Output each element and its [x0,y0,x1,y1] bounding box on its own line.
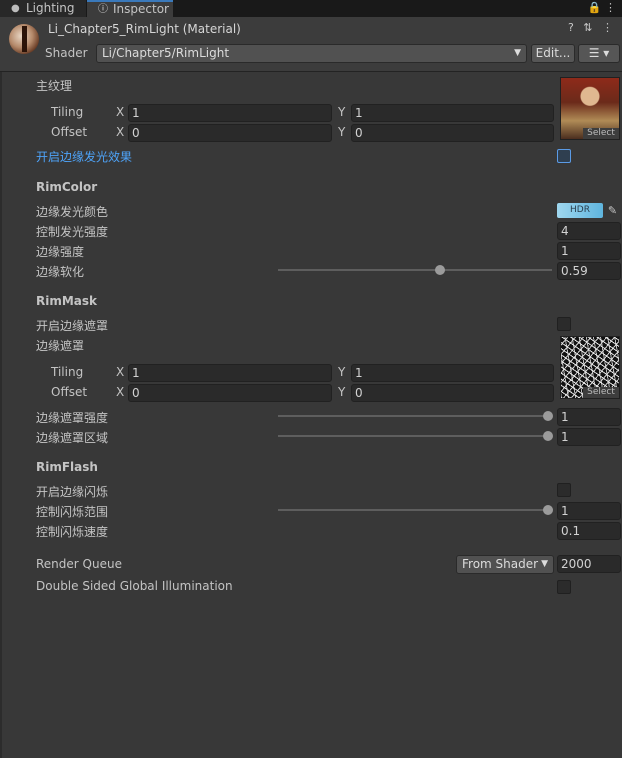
mask-offset-label: Offset [51,385,88,399]
material-preview-thumbnail [9,24,39,54]
mask-strength-field[interactable]: 1 [557,408,621,426]
tab-lighting-label: Lighting [26,1,75,15]
tab-lighting[interactable]: ● Lighting [0,0,86,17]
rim-color-hdr-swatch[interactable]: HDR [557,203,603,218]
mask-offset-y-field[interactable]: 0 [351,384,554,402]
rim-mask-select-button[interactable]: Select [583,387,619,398]
lock-and-menu-icons[interactable]: 🔒 ⋮ [588,1,616,14]
render-queue-field[interactable]: 2000 [557,555,621,573]
tab-inspector-label: Inspector [113,2,169,16]
main-offset-y-label: Y [338,125,346,139]
rim-mask-toggle-label: 开启边缘遮罩 [36,319,109,333]
rimmask-section-header: RimMask [36,294,98,308]
rim-softness-field[interactable]: 0.59 [557,262,621,280]
mask-offset-x-field[interactable]: 0 [128,384,332,402]
material-title: Li_Chapter5_RimLight (Material) [48,22,241,36]
chevron-down-icon: ▼ [514,48,521,58]
edit-shader-button[interactable]: Edit... [531,44,575,63]
main-tiling-x-label: X [116,105,125,119]
rimcolor-section-header: RimColor [36,180,98,194]
render-queue-label: Render Queue [36,557,122,571]
main-tiling-x-field[interactable]: 1 [128,104,332,122]
mask-area-slider-handle[interactable] [543,431,553,441]
main-texture-label: 主纹理 [36,79,73,93]
mask-strength-slider[interactable] [278,415,552,417]
eyedropper-icon[interactable]: ✎ [605,203,620,218]
main-offset-x-field[interactable]: 0 [128,124,332,142]
rim-strength-label: 边缘强度 [36,245,85,259]
lightbulb-icon: ● [11,3,20,14]
shader-label: Shader [45,46,88,60]
flash-speed-label: 控制闪烁速度 [36,525,109,539]
main-tiling-y-label: Y [338,105,346,119]
rim-mask-toggle-checkbox[interactable] [557,317,571,331]
panel-left-edge [0,72,2,758]
tab-bar: ● Lighting ⓘ Inspector 🔒 ⋮ [0,0,622,17]
rim-intensity-field[interactable]: 4 [557,222,621,240]
flash-speed-field[interactable]: 0.1 [557,522,621,540]
shader-dropdown[interactable]: Li/Chapter5/RimLight ▼ [96,44,527,63]
mask-tiling-y-label: Y [338,365,346,379]
rim-softness-slider[interactable] [278,269,552,271]
mask-strength-slider-handle[interactable] [543,411,553,421]
mask-tiling-x-label: X [116,365,125,379]
mask-area-label: 边缘遮罩区域 [36,431,109,445]
header-help-settings-icons[interactable]: ? ⇅ ⋮ [568,21,616,34]
flash-range-field[interactable]: 1 [557,502,621,520]
rim-flash-toggle-checkbox[interactable] [557,483,571,497]
material-header: Li_Chapter5_RimLight (Material) ? ⇅ ⋮ Sh… [0,17,622,72]
list-options-button[interactable]: ☰ ▾ [578,44,620,63]
flash-range-slider[interactable] [278,509,552,511]
rim-color-label: 边缘发光颜色 [36,205,109,219]
mask-tiling-y-field[interactable]: 1 [351,364,554,382]
rim-mask-texture-slot[interactable]: Select [560,336,620,399]
chevron-down-icon: ▼ [541,559,548,569]
main-texture-select-button[interactable]: Select [583,128,619,139]
flash-range-slider-handle[interactable] [543,505,553,515]
mask-area-slider[interactable] [278,435,552,437]
mask-offset-y-label: Y [338,385,346,399]
rim-intensity-label: 控制发光强度 [36,225,109,239]
rimflash-section-header: RimFlash [36,460,98,474]
main-tiling-label: Tiling [51,105,84,119]
info-icon: ⓘ [98,4,108,15]
flash-range-label: 控制闪烁范围 [36,505,109,519]
rim-light-toggle-label[interactable]: 开启边缘发光效果 [36,148,132,165]
mask-offset-x-label: X [116,385,125,399]
rim-light-toggle-checkbox[interactable] [557,149,571,163]
main-tiling-y-field[interactable]: 1 [351,104,554,122]
rim-flash-toggle-label: 开启边缘闪烁 [36,485,109,499]
shader-dropdown-value: Li/Chapter5/RimLight [102,46,230,60]
rim-strength-field[interactable]: 1 [557,242,621,260]
mask-tiling-x-field[interactable]: 1 [128,364,332,382]
rim-mask-label: 边缘遮罩 [36,339,85,353]
render-queue-dropdown[interactable]: From Shader ▼ [456,555,554,574]
main-offset-label: Offset [51,125,88,139]
double-sided-gi-checkbox[interactable] [557,580,571,594]
tab-inspector[interactable]: ⓘ Inspector [87,0,173,17]
mask-strength-label: 边缘遮罩强度 [36,411,109,425]
double-sided-gi-label: Double Sided Global Illumination [36,579,233,593]
main-offset-y-field[interactable]: 0 [351,124,554,142]
mask-area-field[interactable]: 1 [557,428,621,446]
main-offset-x-label: X [116,125,125,139]
render-queue-mode: From Shader [462,557,539,571]
main-texture-slot[interactable]: Select [560,77,620,140]
mask-tiling-label: Tiling [51,365,84,379]
rim-softness-label: 边缘软化 [36,265,85,279]
rim-softness-slider-handle[interactable] [434,265,445,275]
